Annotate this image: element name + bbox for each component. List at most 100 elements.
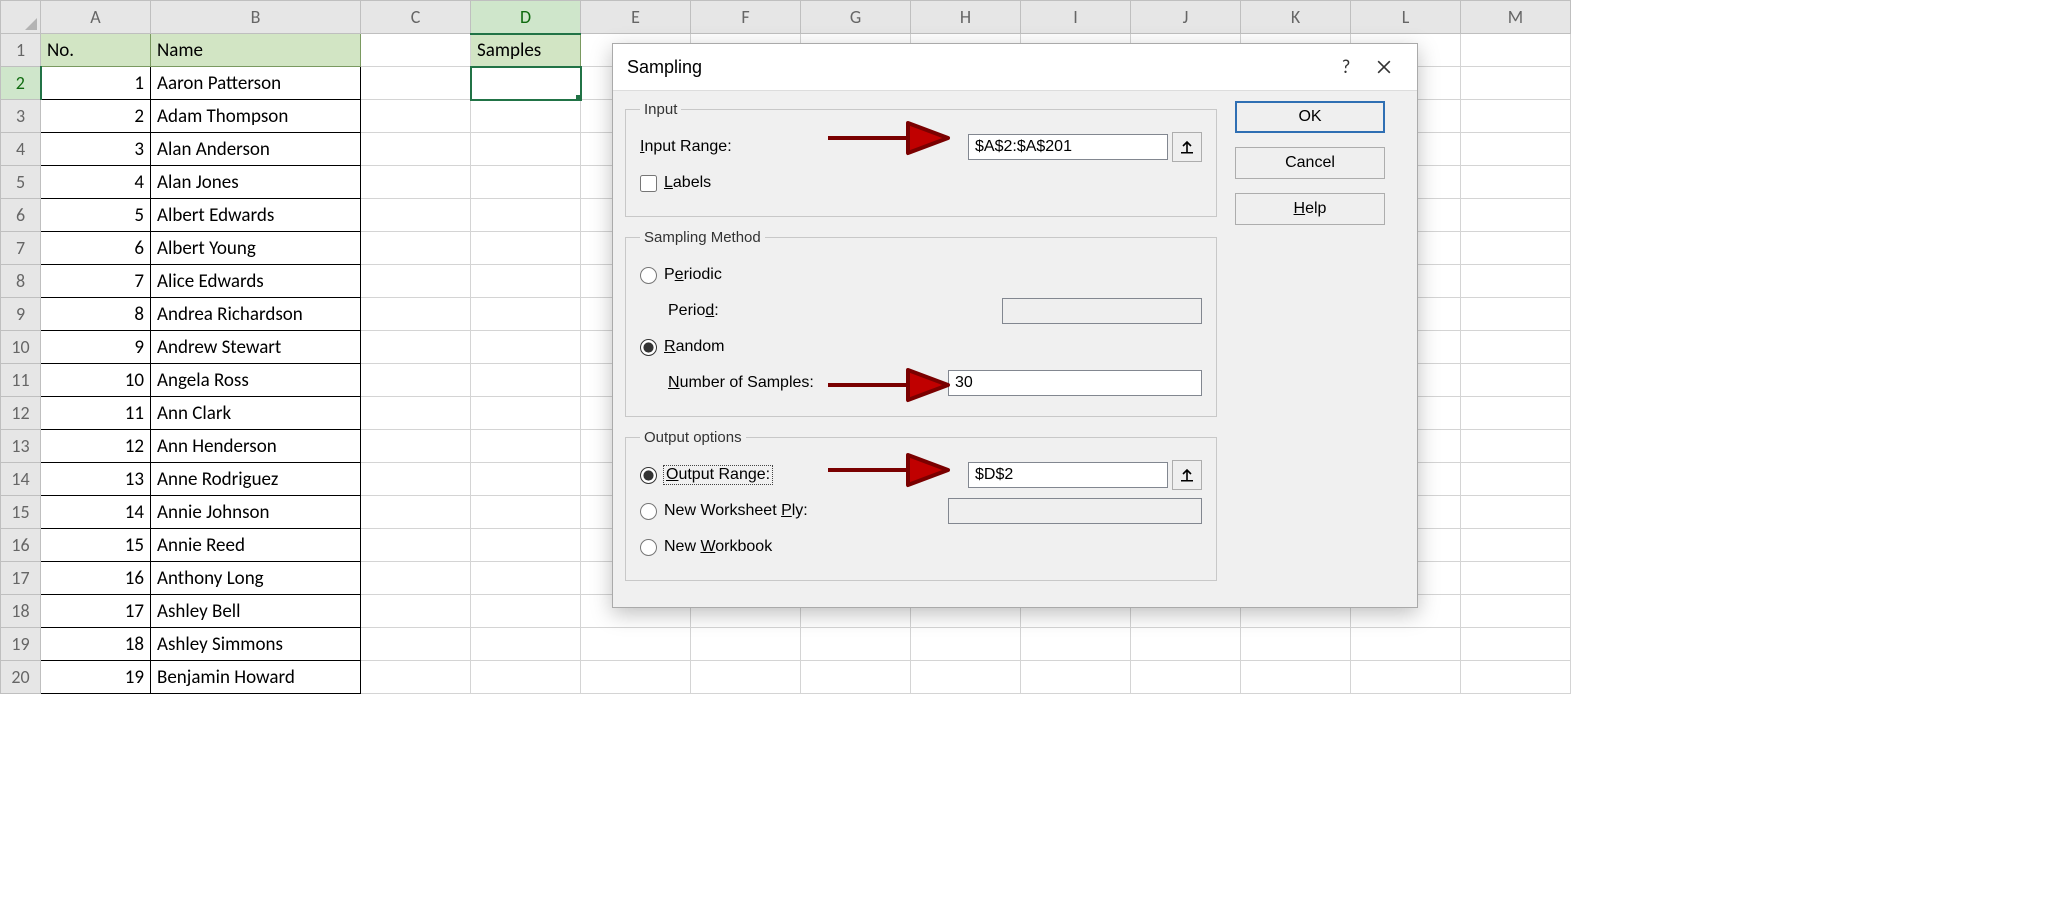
cell[interactable]: 6 (41, 232, 151, 265)
cell[interactable] (361, 133, 471, 166)
cell[interactable] (1461, 364, 1571, 397)
input-range-picker-icon[interactable] (1172, 132, 1202, 162)
dialog-titlebar[interactable]: Sampling ? (613, 44, 1417, 91)
cell[interactable]: Benjamin Howard (151, 661, 361, 694)
cell[interactable] (361, 100, 471, 133)
cell[interactable] (911, 628, 1021, 661)
output-range-picker-icon[interactable] (1172, 460, 1202, 490)
cell[interactable] (471, 364, 581, 397)
cell[interactable] (471, 199, 581, 232)
cell[interactable] (1351, 628, 1461, 661)
cell[interactable]: 17 (41, 595, 151, 628)
cell[interactable]: 18 (41, 628, 151, 661)
cell[interactable]: Annie Reed (151, 529, 361, 562)
row-header-5[interactable]: 5 (1, 166, 41, 199)
col-header-a[interactable]: A (41, 1, 151, 34)
row-header-2[interactable]: 2 (1, 67, 41, 100)
cell[interactable] (471, 628, 581, 661)
cell[interactable] (911, 661, 1021, 694)
cell[interactable]: Ashley Simmons (151, 628, 361, 661)
cell[interactable] (471, 661, 581, 694)
cell[interactable] (471, 397, 581, 430)
cell[interactable] (361, 397, 471, 430)
cell[interactable]: Alan Jones (151, 166, 361, 199)
labels-checkbox[interactable] (640, 175, 657, 192)
cell[interactable] (471, 496, 581, 529)
row-header-12[interactable]: 12 (1, 397, 41, 430)
cell[interactable] (1241, 628, 1351, 661)
cell[interactable] (1461, 232, 1571, 265)
cell[interactable] (471, 430, 581, 463)
cell[interactable]: Anne Rodriguez (151, 463, 361, 496)
cell[interactable] (471, 463, 581, 496)
cell[interactable] (471, 67, 581, 100)
periodic-radio[interactable] (640, 267, 657, 284)
output-range-field[interactable] (968, 462, 1168, 488)
cell[interactable] (361, 331, 471, 364)
row-header-13[interactable]: 13 (1, 430, 41, 463)
col-header-b[interactable]: B (151, 1, 361, 34)
cell[interactable] (1461, 166, 1571, 199)
col-header-e[interactable]: E (581, 1, 691, 34)
cell[interactable]: No. (41, 34, 151, 67)
cell[interactable] (361, 496, 471, 529)
col-header-m[interactable]: M (1461, 1, 1571, 34)
cell[interactable] (1021, 628, 1131, 661)
cell[interactable]: Albert Young (151, 232, 361, 265)
cell[interactable] (361, 595, 471, 628)
cell[interactable] (361, 199, 471, 232)
cell[interactable] (1461, 463, 1571, 496)
row-header-16[interactable]: 16 (1, 529, 41, 562)
row-header-20[interactable]: 20 (1, 661, 41, 694)
row-header-1[interactable]: 1 (1, 34, 41, 67)
cell[interactable]: 2 (41, 100, 151, 133)
cell[interactable] (471, 331, 581, 364)
cell[interactable] (1461, 331, 1571, 364)
output-range-radio[interactable] (640, 467, 657, 484)
cell[interactable] (1461, 529, 1571, 562)
cell[interactable] (471, 265, 581, 298)
row-header-3[interactable]: 3 (1, 100, 41, 133)
cell[interactable]: Annie Johnson (151, 496, 361, 529)
cell[interactable] (361, 265, 471, 298)
cell[interactable] (471, 529, 581, 562)
cell[interactable] (1461, 199, 1571, 232)
cell[interactable] (361, 232, 471, 265)
cell[interactable]: 12 (41, 430, 151, 463)
cell[interactable]: Angela Ross (151, 364, 361, 397)
cell[interactable] (1461, 430, 1571, 463)
cell[interactable]: 7 (41, 265, 151, 298)
cell[interactable] (1241, 661, 1351, 694)
cell[interactable] (471, 298, 581, 331)
cell[interactable] (1461, 397, 1571, 430)
cell[interactable] (1461, 562, 1571, 595)
cell[interactable] (361, 67, 471, 100)
cell[interactable]: Alice Edwards (151, 265, 361, 298)
cell[interactable] (471, 595, 581, 628)
cell[interactable] (1461, 496, 1571, 529)
cell[interactable]: Alan Anderson (151, 133, 361, 166)
cell[interactable]: Andrea Richardson (151, 298, 361, 331)
row-header-18[interactable]: 18 (1, 595, 41, 628)
row-header-11[interactable]: 11 (1, 364, 41, 397)
row-header-17[interactable]: 17 (1, 562, 41, 595)
ok-button[interactable]: OK (1235, 101, 1385, 133)
cell[interactable] (801, 628, 911, 661)
row-header-8[interactable]: 8 (1, 265, 41, 298)
cell[interactable] (1131, 661, 1241, 694)
cell[interactable] (801, 661, 911, 694)
cell[interactable]: 16 (41, 562, 151, 595)
cancel-button[interactable]: Cancel (1235, 147, 1385, 179)
cell[interactable] (361, 463, 471, 496)
cell[interactable] (1461, 661, 1571, 694)
cell[interactable]: 13 (41, 463, 151, 496)
cell[interactable]: 10 (41, 364, 151, 397)
random-radio[interactable] (640, 339, 657, 356)
cell[interactable] (1461, 595, 1571, 628)
col-header-d[interactable]: D (471, 1, 581, 34)
help-button[interactable]: Help (1235, 193, 1385, 225)
cell[interactable]: Anthony Long (151, 562, 361, 595)
row-header-9[interactable]: 9 (1, 298, 41, 331)
row-header-4[interactable]: 4 (1, 133, 41, 166)
cell[interactable]: 11 (41, 397, 151, 430)
